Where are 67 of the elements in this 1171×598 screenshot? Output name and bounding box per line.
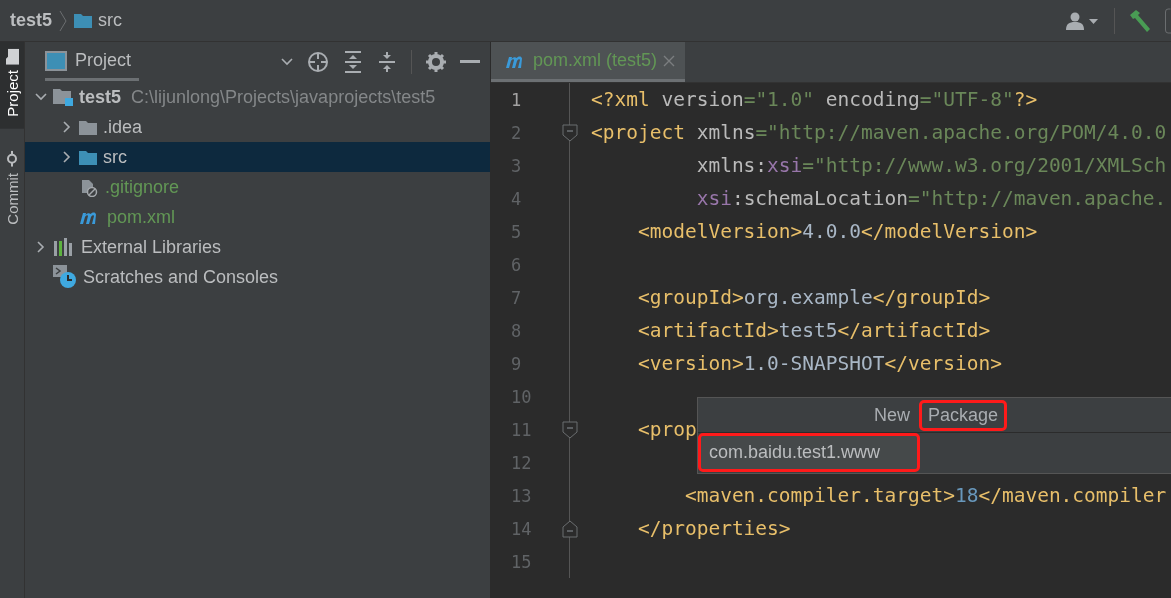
code-line: <prop <box>636 418 697 441</box>
dialog-title: New <box>872 403 911 427</box>
line-number: 6 <box>510 254 523 275</box>
tree-row[interactable]: src <box>25 142 490 172</box>
line-number: 10 <box>510 386 533 407</box>
tree-row[interactable]: pom.xml <box>25 202 490 232</box>
code-line: xmlns:xsi="http://www.w3.org/2001/XMLSch <box>695 154 1167 177</box>
dialog-title: Package <box>921 402 1005 428</box>
line-number: 8 <box>510 320 523 341</box>
project-view-tab[interactable]: Project <box>45 43 140 81</box>
collapse-all-icon[interactable] <box>377 51 397 73</box>
breadcrumb-item[interactable]: test5 <box>10 10 53 31</box>
code-line: <artifactId>test5</artifactId> <box>636 319 991 342</box>
user-icon[interactable] <box>1066 11 1100 30</box>
folder-icon <box>79 119 97 135</box>
breadcrumb-item[interactable]: src <box>98 10 123 31</box>
libraries-icon <box>53 238 75 256</box>
chevron-right-icon[interactable] <box>61 121 73 133</box>
folder-icon <box>74 13 93 28</box>
tree-row[interactable]: .gitignore <box>25 172 490 202</box>
line-number: 1 <box>510 89 523 110</box>
toolbar-edge-icon <box>1165 7 1171 34</box>
folder-icon <box>5 49 19 65</box>
line-number: 4 <box>510 188 523 209</box>
fold-marker-icon[interactable] <box>562 420 578 439</box>
fold-marker-icon[interactable] <box>562 123 578 142</box>
locate-icon[interactable] <box>307 51 329 73</box>
code-line: <?xml version="1.0" encoding="UTF-8"?> <box>591 88 1038 111</box>
tool-window-tab[interactable]: Commit <box>0 142 24 233</box>
chevron-down-icon[interactable] <box>35 91 47 103</box>
chevron-down-icon[interactable] <box>281 56 293 68</box>
code-line: xsi:schemaLocation="http://maven.apache. <box>695 187 1167 210</box>
tool-window-tab[interactable]: Project <box>0 42 24 129</box>
line-number: 9 <box>510 353 523 374</box>
code-line: <modelVersion>4.0.0</modelVersion> <box>636 220 1038 243</box>
hammer-icon[interactable] <box>1129 9 1153 32</box>
tree-row[interactable]: Scratches and Consoles <box>25 262 490 292</box>
code-line: <groupId>org.example</groupId> <box>636 286 991 309</box>
line-number: 3 <box>510 155 523 176</box>
package-name-field[interactable]: com.baidu.test1.www <box>701 436 917 469</box>
line-number: 11 <box>510 419 533 440</box>
folder-icon <box>79 149 97 165</box>
file-icon <box>79 177 99 197</box>
code-line: <project xmlns="http://maven.apache.org/POM/4.0.0 <box>591 121 1167 144</box>
settings-icon[interactable] <box>426 52 446 72</box>
line-number: 14 <box>510 518 533 539</box>
tree-row[interactable]: .idea <box>25 112 490 142</box>
chevron-right-icon[interactable] <box>35 241 47 253</box>
line-number: 2 <box>510 122 523 143</box>
line-number: 13 <box>510 485 533 506</box>
line-number: 12 <box>510 452 533 473</box>
tree-row[interactable]: External Libraries <box>25 232 490 262</box>
line-number: 5 <box>510 221 523 242</box>
tree-row[interactable]: test5 C:\lijunlong\Projects\javaprojects\test5 <box>25 82 490 112</box>
chevron-right-icon[interactable] <box>61 151 73 163</box>
scratches-icon <box>53 265 77 289</box>
module-folder-icon <box>53 88 73 106</box>
expand-all-icon[interactable] <box>343 51 363 73</box>
minimize-icon[interactable] <box>460 60 480 64</box>
line-number: 7 <box>510 287 523 308</box>
window-icon <box>45 50 67 71</box>
code-line: <version>1.0-SNAPSHOT</version> <box>636 352 1002 375</box>
code-line: <maven.compiler.target>18</maven.compiler <box>683 484 1167 507</box>
line-number: 15 <box>510 551 533 572</box>
code-line: </properties> <box>636 517 791 540</box>
commit-icon <box>4 150 20 167</box>
breadcrumb-separator-icon <box>58 9 69 32</box>
